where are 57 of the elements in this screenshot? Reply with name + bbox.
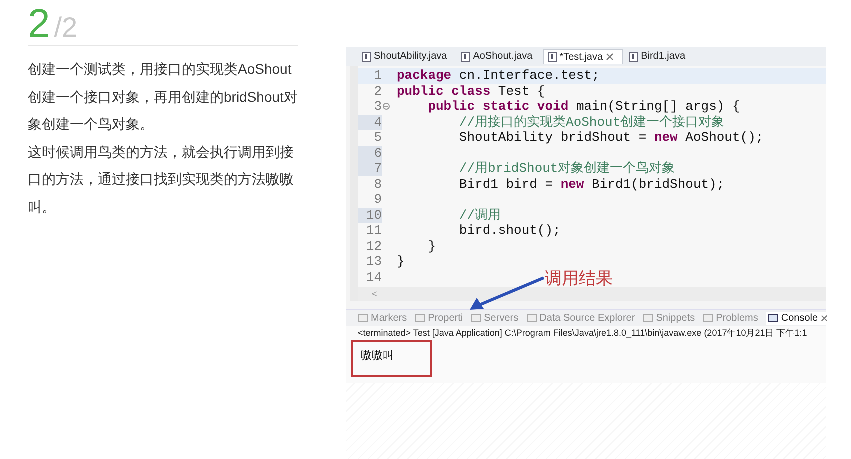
line-number: 4 [358, 114, 382, 130]
view-icon [643, 313, 654, 323]
line-number: 3 [373, 99, 382, 114]
panel-tab[interactable]: Snippets [643, 312, 696, 324]
step-number: 2 [28, 4, 50, 44]
close-icon[interactable] [606, 53, 614, 61]
java-file-icon [629, 52, 638, 62]
code-line: public static void main(String[] args) { [427, 99, 740, 114]
java-file-icon [461, 52, 470, 62]
java-file-icon [548, 52, 557, 62]
view-icon [415, 313, 426, 323]
view-icon [526, 313, 537, 323]
view-icon [768, 313, 778, 323]
line-number: 9 [373, 192, 382, 208]
line-number: 8 [373, 176, 382, 192]
code-line: public class Test { [397, 84, 546, 99]
annotation-label: 调用结果 [545, 268, 613, 290]
panel-tab[interactable]: Problems [703, 312, 758, 324]
fold-icon[interactable] [383, 103, 390, 110]
panel-tab[interactable]: Markers [358, 312, 408, 324]
step-paragraph: 这时候调用鸟类的方法，就会执行调用到接口的方法，通过接口找到实现类的方法嗷嗷叫。 [28, 142, 295, 216]
code-line: bird.shout(); [458, 223, 561, 238]
code-line: //用接口的实现类AoShout创建一个接口对象 [458, 114, 725, 130]
step-paragraph: 创建一个测试类，用接口的实现类AoShout创建一个接口对象，再用创建的bridShout对象创建一个鸟对象。 [28, 60, 298, 134]
line-number: 5 [373, 130, 382, 146]
panel-tab[interactable]: Properti [415, 312, 464, 324]
editor-tab[interactable]: *Test.java [542, 49, 624, 64]
code-line: //调用 [458, 208, 502, 223]
close-icon[interactable] [821, 314, 828, 322]
line-number: 1 [373, 68, 382, 84]
line-number: 11 [365, 223, 382, 238]
line-number: 7 [358, 161, 382, 176]
line-number: 2 [373, 84, 382, 99]
code-line: Bird1 bird = new Bird1(bridShout); [458, 176, 725, 192]
scroll-left-arrow[interactable]: < [372, 289, 378, 299]
code-line: } [427, 238, 436, 254]
view-icon [358, 313, 368, 323]
line-number: 13 [365, 254, 382, 270]
line-number: 6 [358, 146, 382, 161]
editor-tab[interactable]: AoShout.java [457, 49, 541, 64]
editor-tab[interactable]: ShoutAbility.java [358, 49, 456, 64]
code-line: package cn.Interface.test; [397, 68, 600, 84]
panel-tab[interactable]: Data Source Explorer [526, 312, 636, 324]
panel-tab[interactable]: Console [766, 312, 830, 324]
console-output: 嗷嗷叫 [351, 340, 432, 377]
panel-tab[interactable]: Servers [471, 312, 519, 324]
view-icon [471, 313, 482, 323]
view-icon [703, 313, 714, 323]
code-line: } [397, 254, 405, 270]
code-line: ShoutAbility bridShout = new AoShout(); [458, 130, 764, 146]
line-number: 12 [365, 238, 382, 254]
console-header: <terminated> Test [Java Application] C:\Program Files\Java\jre1.8.0_111\bin\javaw.exe (2017年10月21日 下午1:1 [357, 327, 808, 340]
line-number: 14 [365, 270, 382, 285]
line-number: 10 [358, 208, 382, 223]
code-line: //用bridShout对象创建一个鸟对象 [458, 161, 676, 176]
editor-tab[interactable]: Bird1.java [625, 49, 694, 64]
java-file-icon [362, 52, 371, 62]
